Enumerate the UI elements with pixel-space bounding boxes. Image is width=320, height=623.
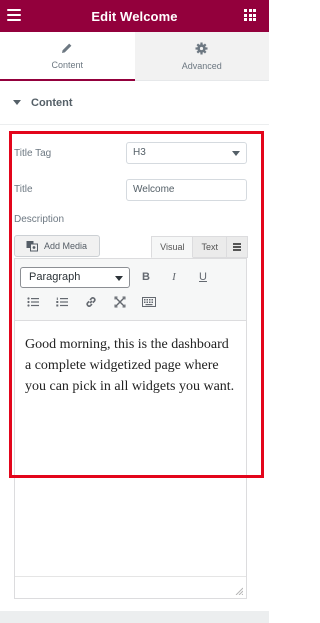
stack-button[interactable] — [227, 236, 248, 258]
gear-icon — [195, 42, 208, 54]
tab-content[interactable]: Content — [0, 32, 135, 81]
editor-status-divider — [15, 576, 246, 577]
tab-content-label: Content — [51, 59, 84, 70]
title-tag-value: H3 — [133, 147, 146, 158]
tab-visual[interactable]: Visual — [151, 236, 194, 258]
title-label: Title — [14, 184, 33, 195]
title-tag-label: Title Tag — [14, 148, 52, 159]
description-label: Description — [14, 214, 65, 225]
chevron-down-icon — [232, 151, 240, 156]
panel-footer — [0, 611, 269, 623]
chevron-down-icon — [115, 276, 123, 281]
content-section-toggle[interactable]: Content — [0, 81, 269, 125]
pencil-icon — [62, 43, 72, 53]
link-icon[interactable] — [82, 293, 100, 311]
resize-handle-icon[interactable] — [235, 587, 243, 595]
editor-mode-tabs: Visual Text — [151, 236, 248, 258]
underline-icon[interactable]: U — [194, 268, 212, 286]
title-tag-select[interactable]: H3 — [126, 142, 247, 164]
bullet-list-icon[interactable] — [24, 293, 42, 311]
fullscreen-icon[interactable] — [111, 293, 129, 311]
italic-icon[interactable]: I — [165, 268, 183, 286]
panel-header: Edit Welcome — [0, 0, 269, 32]
grid-icon[interactable] — [244, 9, 256, 21]
add-media-button[interactable]: Add Media — [14, 235, 100, 257]
section-title: Content — [31, 96, 73, 109]
keyboard-icon[interactable] — [140, 293, 158, 311]
format-select-value: Paragraph — [29, 271, 81, 283]
bold-icon[interactable]: B — [137, 268, 155, 286]
editor-toolbar: Paragraph B I U — [14, 258, 247, 320]
panel-title: Edit Welcome — [91, 8, 178, 24]
numbered-list-icon[interactable] — [53, 293, 71, 311]
hamburger-icon[interactable] — [7, 9, 21, 21]
add-media-label: Add Media — [44, 241, 88, 251]
format-select[interactable]: Paragraph — [20, 267, 130, 288]
panel-tabs: Content Advanced — [0, 32, 269, 81]
caret-down-icon — [13, 100, 21, 105]
description-editor[interactable]: Good morning, this is the dashboard a co… — [14, 320, 247, 599]
editor-content[interactable]: Good morning, this is the dashboard a co… — [15, 321, 246, 397]
title-input-value: Welcome — [133, 184, 175, 195]
tab-text-label: Text — [201, 242, 218, 252]
stack-icon — [233, 243, 241, 251]
tab-advanced-label: Advanced — [181, 60, 222, 71]
tab-visual-label: Visual — [160, 242, 185, 252]
tab-advanced[interactable]: Advanced — [134, 32, 269, 81]
tab-text[interactable]: Text — [193, 236, 227, 258]
title-input[interactable]: Welcome — [126, 179, 247, 201]
media-icon — [26, 241, 38, 252]
